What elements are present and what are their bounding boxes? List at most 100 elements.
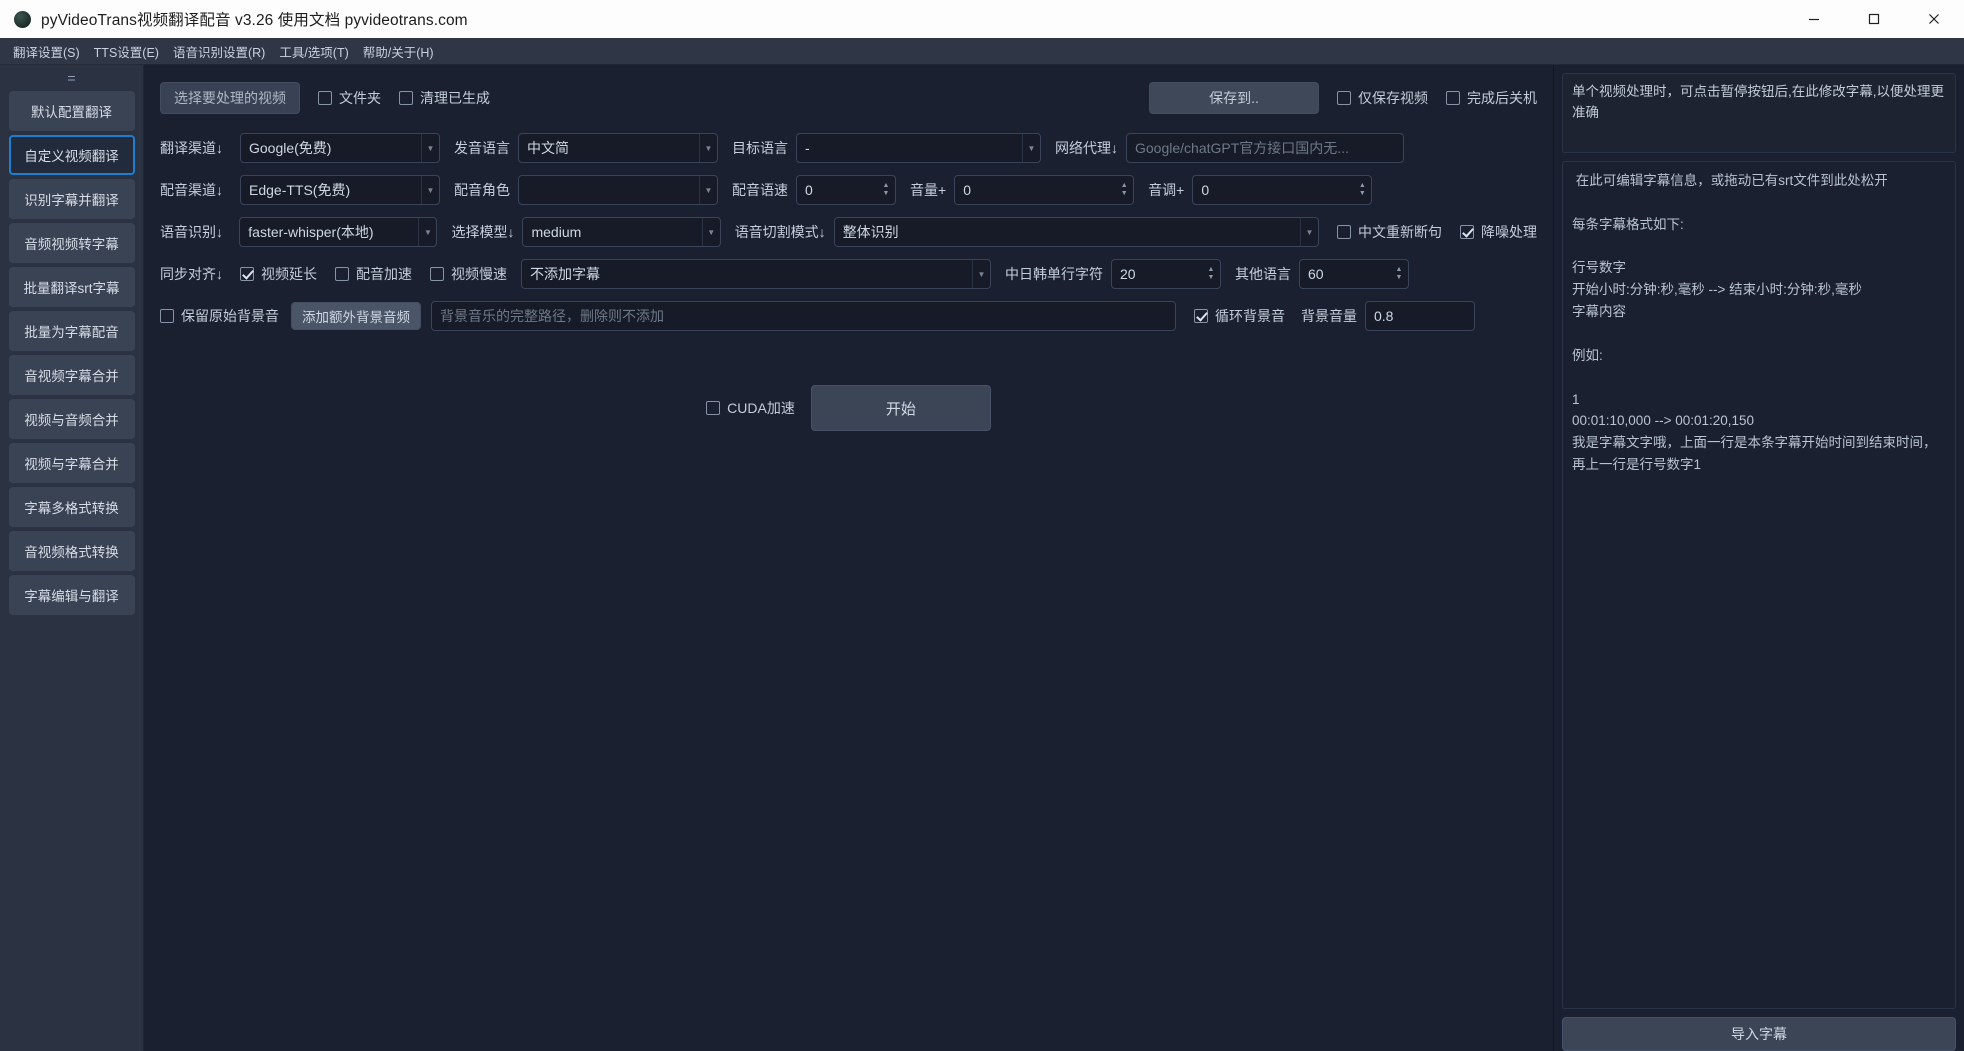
cjk-chars-value: 20 [1120, 266, 1136, 282]
bgm-volume-input[interactable]: 0.8 [1365, 301, 1475, 331]
cuda-accel-checkbox[interactable]: CUDA加速 [706, 398, 795, 418]
volume-stepper[interactable]: 0 ▲▼ [954, 175, 1134, 205]
keep-original-bgm-checkbox[interactable]: 保留原始背景音 [160, 306, 279, 326]
only-save-video-checkbox[interactable]: 仅保存视频 [1337, 88, 1428, 108]
sidebar-item-batch-subtitle-dubbing[interactable]: 批量为字幕配音 [9, 311, 135, 351]
audio-speedup-checkbox[interactable]: 配音加速 [335, 264, 412, 284]
settings-form: 翻译渠道↓ Google(免费) ▼ 发音语言 中文简 ▼ 目标语言 - ▼ 网… [144, 117, 1553, 431]
cjk-chars-stepper[interactable]: 20 ▲▼ [1111, 259, 1221, 289]
app-logo-icon [14, 11, 31, 28]
audio-speedup-checkbox-box [335, 267, 349, 281]
translate-channel-label: 翻译渠道↓ [160, 138, 232, 158]
window-controls [1784, 0, 1964, 38]
chevron-down-icon[interactable]: ▼ [702, 218, 720, 246]
target-language-value: - [805, 140, 810, 156]
form-row-4: 同步对齐↓ 视频延长 配音加速 视频慢速 不添加字幕 ▼ 中日韩单行字符 [160, 253, 1537, 295]
target-language-select[interactable]: - ▼ [796, 133, 1041, 163]
shutdown-after-checkbox[interactable]: 完成后关机 [1446, 88, 1537, 108]
minimize-button[interactable] [1784, 0, 1844, 38]
sidebar-item-custom-video-translate[interactable]: 自定义视频翻译 [9, 135, 135, 175]
menu-tools-options[interactable]: 工具/选项(T) [272, 38, 355, 65]
import-subtitle-button[interactable]: 导入字幕 [1562, 1017, 1956, 1051]
stepper-arrows-icon[interactable]: ▲▼ [1204, 262, 1218, 286]
chevron-down-icon[interactable]: ▼ [972, 260, 990, 288]
menu-help-about[interactable]: 帮助/关于(H) [356, 38, 441, 65]
menu-tts-settings[interactable]: TTS设置(E) [87, 38, 166, 65]
bgm-path-input[interactable]: 背景音乐的完整路径，删除则不添加 [431, 301, 1176, 331]
sidebar-item-subtitle-edit-translate[interactable]: 字幕编辑与翻译 [9, 575, 135, 615]
stepper-arrows-icon[interactable]: ▲▼ [1355, 178, 1369, 202]
subtitle-editor-textarea[interactable]: 在此可编辑字幕信息，或拖动已有srt文件到此处松开 每条字幕格式如下: 行号数字… [1562, 161, 1956, 1009]
cn-resplit-checkbox-box [1337, 225, 1351, 239]
model-value: medium [531, 224, 581, 240]
sidebar-item-batch-translate-srt[interactable]: 批量翻译srt字幕 [9, 267, 135, 307]
shutdown-after-checkbox-box [1446, 91, 1460, 105]
pitch-label: 音调+ [1148, 180, 1184, 200]
chevron-down-icon[interactable]: ▼ [699, 134, 717, 162]
chevron-down-icon[interactable]: ▼ [421, 134, 439, 162]
form-row-1: 翻译渠道↓ Google(免费) ▼ 发音语言 中文简 ▼ 目标语言 - ▼ 网… [160, 127, 1537, 169]
main-toolbar: 选择要处理的视频 文件夹 清理已生成 保存到.. 仅保存视频 完成后关机 [144, 65, 1553, 117]
video-extend-label: 视频延长 [261, 264, 317, 284]
sidebar-item-media-to-subtitle[interactable]: 音频视频转字幕 [9, 223, 135, 263]
cn-resplit-checkbox[interactable]: 中文重新断句 [1337, 222, 1442, 242]
subtitle-mode-select[interactable]: 不添加字幕 ▼ [521, 259, 991, 289]
audio-speedup-label: 配音加速 [356, 264, 412, 284]
pitch-value: 0 [1201, 182, 1209, 198]
network-proxy-input[interactable]: Google/chatGPT官方接口国内无... [1126, 133, 1404, 163]
menu-asr-settings[interactable]: 语音识别设置(R) [166, 38, 272, 65]
sidebar-item-recognize-and-translate[interactable]: 识别字幕并翻译 [9, 179, 135, 219]
panel-splitter-handle[interactable] [1553, 558, 1554, 608]
tts-channel-select[interactable]: Edge-TTS(免费) ▼ [240, 175, 440, 205]
editing-hint-text: 单个视频处理时，可点击暂停按钮后,在此修改字幕,以便处理更准确 [1562, 73, 1956, 153]
sidebar-collapse-handle-icon[interactable]: = [58, 71, 86, 85]
video-extend-checkbox[interactable]: 视频延长 [240, 264, 317, 284]
sidebar-item-subtitle-format-convert[interactable]: 字幕多格式转换 [9, 487, 135, 527]
menu-translate-settings[interactable]: 翻译设置(S) [6, 38, 87, 65]
other-lang-chars-stepper[interactable]: 60 ▲▼ [1299, 259, 1409, 289]
tts-role-select[interactable]: ▼ [518, 175, 718, 205]
save-to-button[interactable]: 保存到.. [1149, 82, 1319, 114]
clean-generated-checkbox[interactable]: 清理已生成 [399, 88, 490, 108]
stepper-arrows-icon[interactable]: ▲▼ [1117, 178, 1131, 202]
window-title: pyVideoTrans视频翻译配音 v3.26 使用文档 pyvideotra… [41, 8, 468, 30]
asr-channel-value: faster-whisper(本地) [248, 222, 373, 242]
loop-bgm-checkbox[interactable]: 循环背景音 [1194, 306, 1285, 326]
split-mode-select[interactable]: 整体识别 ▼ [834, 217, 1319, 247]
sidebar-item-video-subtitle-merge[interactable]: 视频与字幕合并 [9, 443, 135, 483]
split-mode-label: 语音切割模式↓ [735, 222, 826, 242]
video-slowdown-label: 视频慢速 [451, 264, 507, 284]
sidebar-item-video-audio-merge[interactable]: 视频与音频合并 [9, 399, 135, 439]
cuda-accel-label: CUDA加速 [727, 398, 795, 418]
video-slowdown-checkbox-box [430, 267, 444, 281]
clean-generated-checkbox-label: 清理已生成 [420, 88, 490, 108]
chevron-down-icon[interactable]: ▼ [421, 176, 439, 204]
sidebar-item-default-translate[interactable]: 默认配置翻译 [9, 91, 135, 131]
video-slowdown-checkbox[interactable]: 视频慢速 [430, 264, 507, 284]
denoise-checkbox[interactable]: 降噪处理 [1460, 222, 1537, 242]
model-select[interactable]: medium ▼ [522, 217, 720, 247]
chevron-down-icon[interactable]: ▼ [699, 176, 717, 204]
close-button[interactable] [1904, 0, 1964, 38]
stepper-arrows-icon[interactable]: ▲▼ [1392, 262, 1406, 286]
add-extra-bgm-button[interactable]: 添加额外背景音频 [291, 302, 421, 330]
sidebar-item-media-subtitle-merge[interactable]: 音视频字幕合并 [9, 355, 135, 395]
chevron-down-icon[interactable]: ▼ [1300, 218, 1318, 246]
translate-channel-select[interactable]: Google(免费) ▼ [240, 133, 440, 163]
speech-language-select[interactable]: 中文简 ▼ [518, 133, 718, 163]
maximize-button[interactable] [1844, 0, 1904, 38]
select-video-button[interactable]: 选择要处理的视频 [160, 82, 300, 114]
stepper-arrows-icon[interactable]: ▲▼ [879, 178, 893, 202]
loop-bgm-checkbox-box [1194, 309, 1208, 323]
asr-channel-select[interactable]: faster-whisper(本地) ▼ [239, 217, 437, 247]
sidebar-item-media-format-convert[interactable]: 音视频格式转换 [9, 531, 135, 571]
folder-checkbox[interactable]: 文件夹 [318, 88, 381, 108]
chevron-down-icon[interactable]: ▼ [418, 218, 436, 246]
folder-checkbox-box [318, 91, 332, 105]
pitch-stepper[interactable]: 0 ▲▼ [1192, 175, 1372, 205]
chevron-down-icon[interactable]: ▼ [1022, 134, 1040, 162]
cjk-chars-label: 中日韩单行字符 [1005, 264, 1103, 284]
start-button[interactable]: 开始 [811, 385, 991, 431]
tts-speed-stepper[interactable]: 0 ▲▼ [796, 175, 896, 205]
tts-channel-label: 配音渠道↓ [160, 180, 232, 200]
